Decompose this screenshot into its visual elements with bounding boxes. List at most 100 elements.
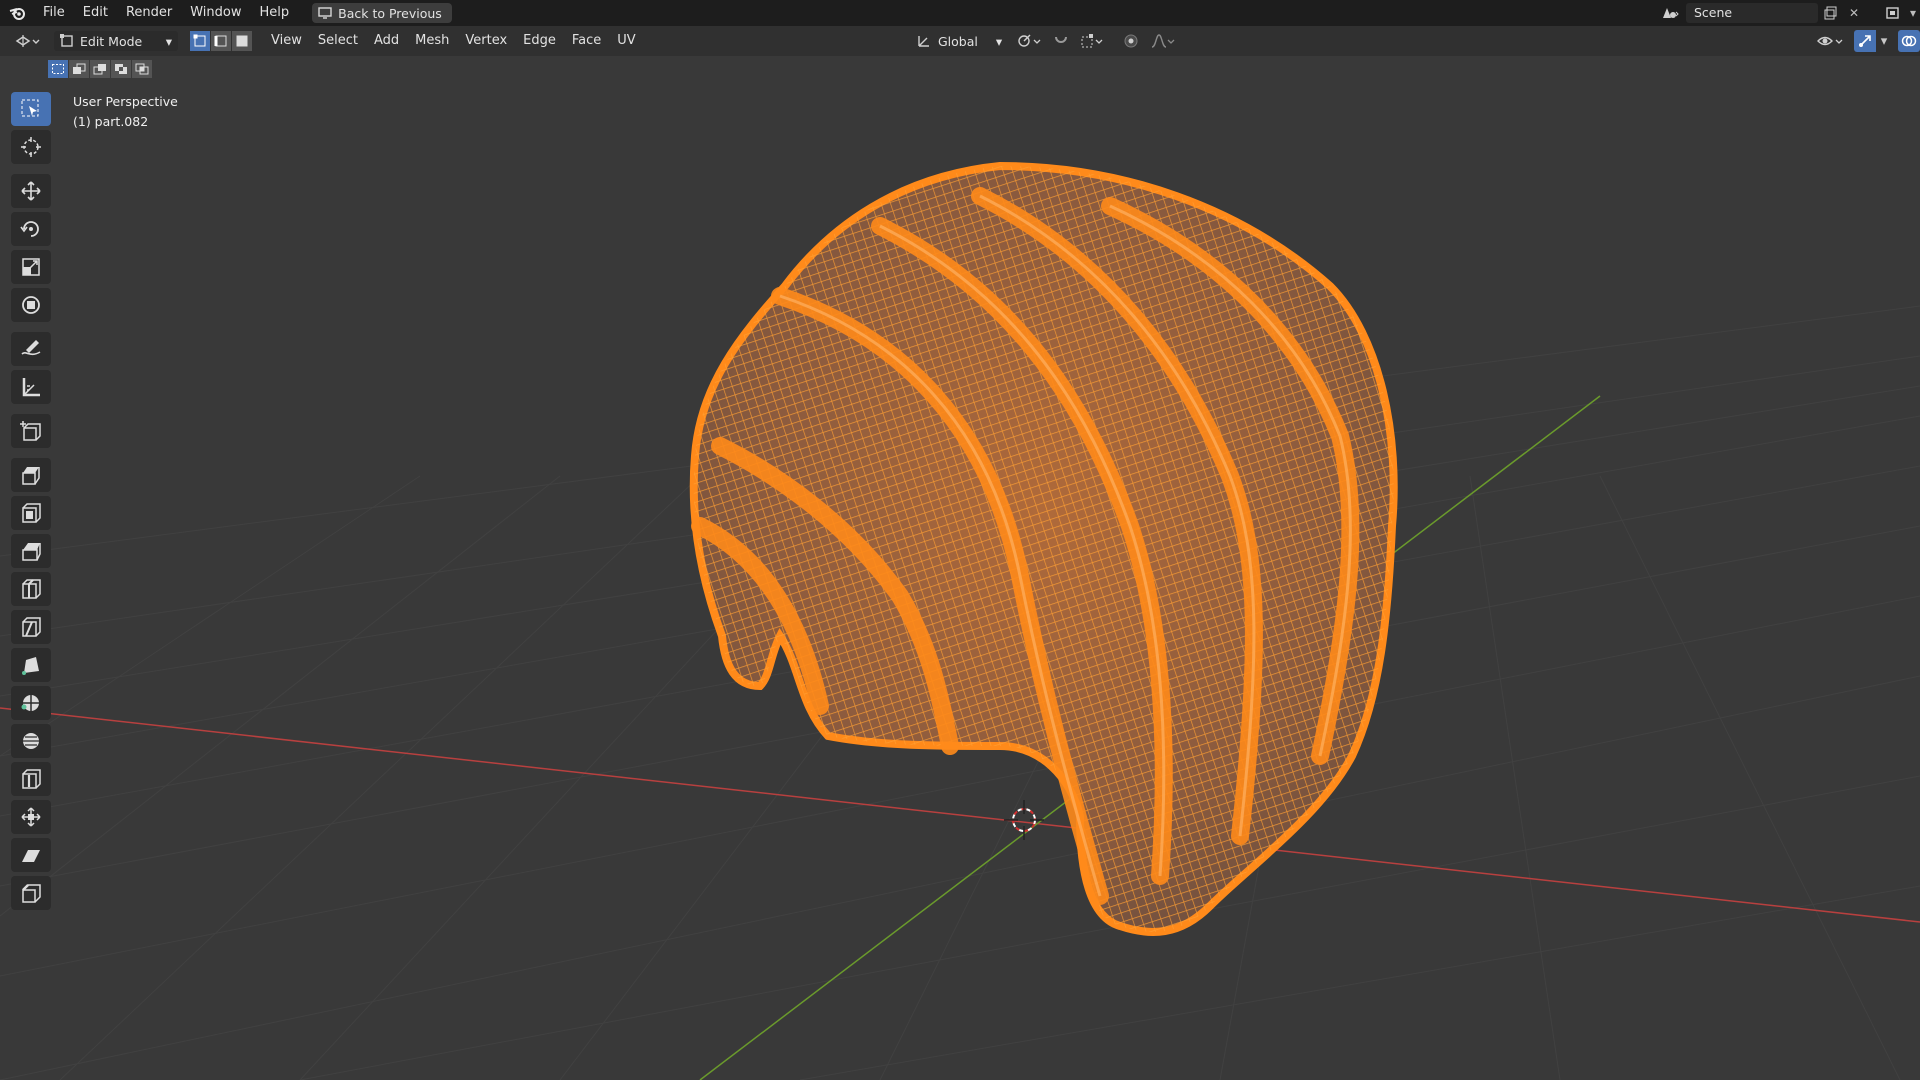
view-name-label: User Perspective xyxy=(73,94,178,109)
loop-cut-icon xyxy=(22,579,41,599)
menu-mesh[interactable]: Mesh xyxy=(407,26,457,56)
falloff-icon[interactable] xyxy=(1146,30,1180,52)
pivot-point-icon[interactable] xyxy=(1012,30,1046,52)
top-menubar: File Edit Render Window Help Back to Pre… xyxy=(0,0,1920,26)
chevron-down-icon[interactable]: ▾ xyxy=(1876,30,1892,52)
extrude-region-icon xyxy=(22,467,40,485)
tool-scale[interactable] xyxy=(11,250,51,284)
menu-add[interactable]: Add xyxy=(366,26,407,56)
tool-inset-faces[interactable] xyxy=(11,496,51,530)
shrink-fatten-icon xyxy=(21,807,41,827)
poly-build-icon xyxy=(22,657,39,675)
close-scene-icon[interactable]: ✕ xyxy=(1842,3,1866,23)
shear-icon xyxy=(22,850,40,862)
bevel-icon xyxy=(22,543,41,561)
move-icon xyxy=(21,181,41,201)
select-box-icon xyxy=(21,99,39,117)
proportional-editing-icon[interactable] xyxy=(1120,30,1142,52)
mode-dropdown[interactable]: Edit Mode ▾ xyxy=(54,31,178,51)
menu-edge[interactable]: Edge xyxy=(515,26,564,56)
overlay-toggle-icon[interactable] xyxy=(1898,30,1920,52)
viewport-info: User Perspective (1) part.082 xyxy=(73,92,178,132)
tool-transform[interactable] xyxy=(11,288,51,322)
select-extend-button[interactable] xyxy=(69,60,89,78)
orientation-dropdown[interactable]: Global ▾ xyxy=(910,33,1008,49)
tool-knife[interactable] xyxy=(11,610,51,644)
menu-edit[interactable]: Edit xyxy=(74,0,117,26)
face-select-icon xyxy=(236,35,248,47)
edge-slide-icon xyxy=(22,769,41,789)
tool-rip-region[interactable] xyxy=(11,876,51,910)
menu-vertex[interactable]: Vertex xyxy=(457,26,515,56)
menu-face[interactable]: Face xyxy=(564,26,609,56)
tool-select-box[interactable] xyxy=(11,92,51,126)
scene-icon[interactable] xyxy=(1654,3,1686,23)
chevron-down-icon[interactable]: ▾ xyxy=(1906,3,1920,23)
menu-file[interactable]: File xyxy=(34,0,74,26)
mode-label: Edit Mode xyxy=(80,33,143,49)
measure-icon xyxy=(22,378,40,397)
mesh-object[interactable] xyxy=(689,161,1398,936)
tool-spin[interactable] xyxy=(11,686,51,720)
new-scene-icon[interactable] xyxy=(1818,3,1842,23)
vertex-select-button[interactable] xyxy=(190,31,210,51)
edge-select-icon xyxy=(214,35,227,47)
menu-window[interactable]: Window xyxy=(181,0,250,26)
select-subtract-icon xyxy=(93,64,106,75)
chevron-down-icon: ▾ xyxy=(995,33,1003,49)
scene-name-field[interactable]: Scene xyxy=(1686,3,1818,23)
orientation-label: Global xyxy=(938,33,978,49)
viewport-header: Edit Mode ▾ View Select Add Mesh Vertex … xyxy=(0,26,1920,56)
transform-icon xyxy=(22,296,40,314)
tool-add-cube[interactable] xyxy=(11,414,51,448)
menu-view[interactable]: View xyxy=(263,26,310,56)
edit-mode-icon xyxy=(60,34,73,47)
tool-shear[interactable] xyxy=(11,838,51,872)
editor-type-icon[interactable] xyxy=(6,30,48,52)
tool-loop-cut[interactable] xyxy=(11,572,51,606)
selection-mode-row xyxy=(48,60,152,78)
viewport-right-tools: ▾ xyxy=(1812,26,1920,56)
tool-poly-build[interactable] xyxy=(11,648,51,682)
tool-rotate[interactable] xyxy=(11,212,51,246)
select-new-button[interactable] xyxy=(48,60,68,78)
edge-select-button[interactable] xyxy=(211,31,231,51)
tool-extrude-region[interactable] xyxy=(11,458,51,492)
tool-annotate[interactable] xyxy=(11,332,51,366)
rip-region-icon xyxy=(22,884,41,903)
tool-smooth[interactable] xyxy=(11,724,51,758)
menu-select[interactable]: Select xyxy=(310,26,366,56)
snap-target-icon[interactable] xyxy=(1076,30,1110,52)
tool-edge-slide[interactable] xyxy=(11,762,51,796)
select-intersect-button[interactable] xyxy=(132,60,152,78)
tool-bevel[interactable] xyxy=(11,534,51,568)
tool-cursor[interactable] xyxy=(11,130,51,164)
add-cube-icon xyxy=(20,421,41,441)
back-to-previous-label: Back to Previous xyxy=(338,5,442,21)
menu-help[interactable]: Help xyxy=(251,0,299,26)
back-to-previous-button[interactable]: Back to Previous xyxy=(312,3,452,23)
3d-viewport[interactable] xyxy=(0,56,1920,1080)
select-invert-icon xyxy=(115,64,127,74)
smooth-icon xyxy=(23,733,39,749)
visibility-icon[interactable] xyxy=(1812,30,1848,52)
active-object-label: (1) part.082 xyxy=(73,114,149,129)
menu-render[interactable]: Render xyxy=(117,0,181,26)
view-layer-icon[interactable] xyxy=(1882,3,1906,23)
tool-measure[interactable] xyxy=(11,370,51,404)
knife-icon xyxy=(22,617,41,637)
blender-logo-icon[interactable] xyxy=(0,0,34,26)
tool-shrink-fatten[interactable] xyxy=(11,800,51,834)
snap-icon[interactable] xyxy=(1050,30,1072,52)
chevron-down-icon: ▾ xyxy=(165,33,172,49)
tool-shelf xyxy=(8,92,54,914)
face-select-button[interactable] xyxy=(232,31,252,51)
select-invert-button[interactable] xyxy=(111,60,131,78)
gizmo-toggle-icon[interactable] xyxy=(1854,30,1876,52)
3d-cursor-icon[interactable] xyxy=(1004,800,1044,840)
orientation-icon xyxy=(918,36,929,47)
menu-uv[interactable]: UV xyxy=(609,26,643,56)
select-subtract-button[interactable] xyxy=(90,60,110,78)
tool-move[interactable] xyxy=(11,174,51,208)
scene-selector: Scene ✕ ▾ xyxy=(1654,0,1920,26)
